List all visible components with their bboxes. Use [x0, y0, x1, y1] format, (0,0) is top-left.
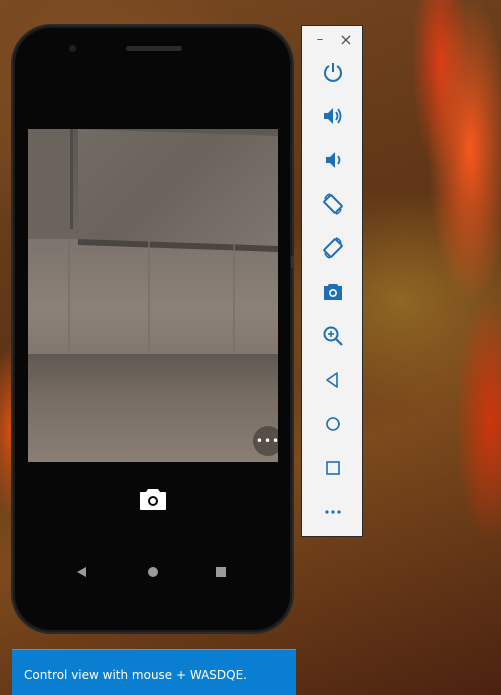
- camera-icon: [324, 284, 342, 300]
- volume-up-button[interactable]: [318, 101, 348, 131]
- overview-square-icon: [326, 461, 340, 475]
- shutter-button[interactable]: [139, 487, 167, 511]
- power-icon: [324, 63, 342, 82]
- control-hint-tooltip: Control view with mouse + WASDQE.: [12, 649, 296, 695]
- viewfinder-scene-detail: [68, 239, 70, 359]
- nav-home-icon[interactable]: [148, 567, 158, 577]
- front-camera: [69, 45, 76, 52]
- close-icon: ×: [339, 29, 353, 49]
- viewfinder-scene-panel: [78, 129, 278, 252]
- rotate-left-button[interactable]: [318, 189, 348, 219]
- rotate-left-icon: [323, 193, 343, 215]
- tooltip-text: Control view with mouse + WASDQE.: [24, 668, 247, 682]
- home-circle-icon: [326, 417, 340, 431]
- viewfinder-scene-floor: [28, 354, 278, 462]
- minimize-button[interactable]: –: [310, 30, 330, 48]
- viewfinder-scene-detail: [148, 239, 150, 359]
- volume-down-button[interactable]: [318, 145, 348, 175]
- more-dots-icon: [325, 510, 341, 514]
- rotate-right-button[interactable]: [318, 233, 348, 263]
- close-button[interactable]: ×: [336, 29, 356, 49]
- camera-icon: [140, 489, 166, 510]
- viewfinder-scene-detail: [233, 239, 235, 359]
- overview-button[interactable]: [318, 453, 348, 483]
- viewfinder-scene-panel: [28, 129, 73, 229]
- zoom-in-icon: [323, 326, 343, 346]
- minimize-icon: –: [316, 31, 324, 47]
- nav-recents-icon[interactable]: [216, 567, 226, 577]
- screenshot-button[interactable]: [318, 277, 348, 307]
- zoom-button[interactable]: [318, 321, 348, 351]
- back-triangle-icon: [326, 372, 338, 388]
- camera-more-button[interactable]: •••: [253, 426, 278, 456]
- more-button[interactable]: [318, 497, 348, 527]
- nav-back-icon[interactable]: [77, 567, 86, 577]
- earpiece: [126, 46, 182, 51]
- rotate-right-icon: [323, 237, 343, 259]
- emulator-phone: •••: [13, 26, 294, 632]
- volume-up-icon: [324, 108, 342, 124]
- volume-down-icon: [326, 152, 341, 168]
- home-button[interactable]: [318, 409, 348, 439]
- camera-viewfinder[interactable]: •••: [28, 129, 278, 462]
- power-button[interactable]: [318, 57, 348, 87]
- more-dots-icon: •••: [255, 434, 278, 448]
- emulator-toolbar: – ×: [301, 25, 363, 537]
- phone-side-button: [291, 256, 294, 268]
- back-button[interactable]: [318, 365, 348, 395]
